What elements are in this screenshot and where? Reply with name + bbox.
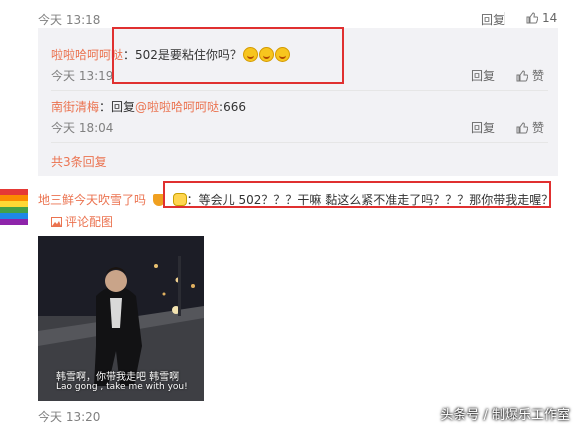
reply-time: 今天 18:04 [51,121,114,135]
reply-text-suffix: :666 [219,100,246,114]
more-replies-link[interactable]: 共3条回复 [51,153,107,170]
reply-text-prefix: ：回复 [99,100,136,114]
top-comment-time: 今天 13:18 [38,13,101,27]
action-divider [504,12,505,24]
subtitle-cn: 韩雪啊，你带我走吧 韩雪啊 [56,372,180,383]
reply-divider [51,90,548,91]
highlight-box [163,181,551,208]
reply-reply-button[interactable]: 回复 [471,119,495,136]
comment-time: 今天 13:20 [38,410,101,424]
like-label: 赞 [532,121,545,135]
view-image-label: 评论配图 [65,215,114,229]
top-comment-like-button[interactable]: 14 [526,11,557,25]
comment-user-link[interactable]: 地三鲜今天吹雪了吗 [38,193,146,207]
highlight-box [112,27,344,84]
reply-like-button[interactable]: 赞 [516,67,544,84]
thumbs-up-icon [516,70,528,82]
thumbs-up-icon [516,122,528,134]
reply-reply-button[interactable]: 回复 [471,67,495,84]
avatar[interactable] [0,189,28,225]
reply-user-link[interactable]: 南街清梅 [51,100,99,114]
image-icon [51,217,62,227]
reply-like-button[interactable]: 赞 [516,119,544,136]
top-comment-reply-button[interactable]: 回复 [481,11,505,28]
view-image-link[interactable]: 评论配图 [51,213,113,230]
subtitle-en: Lao gong , take me with you! [56,382,188,392]
watermark: 头条号 / 制爆乐工作室 [440,408,570,423]
like-label: 赞 [532,69,545,83]
reply-divider [51,142,548,143]
top-comment-like-count: 14 [542,11,558,25]
reply-time: 今天 13:19 [51,69,114,83]
reply-item: 南街清梅：回复@啦啦哈呵呵哒:666 [51,98,246,115]
thumbs-up-icon [526,12,538,24]
comment-image[interactable]: 韩雪啊，你带我走吧 韩雪啊 Lao gong , take me with yo… [38,236,204,401]
mention-link[interactable]: @啦啦哈呵呵哒 [135,100,219,114]
